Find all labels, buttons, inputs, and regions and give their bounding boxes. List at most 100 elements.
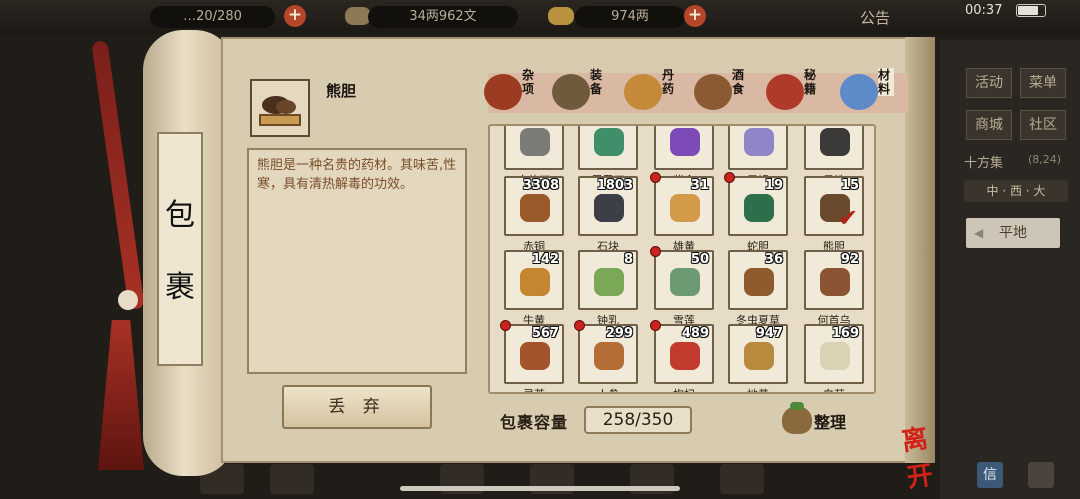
tab-label: 秘籍 [804, 68, 817, 96]
inventory-slot[interactable] [728, 126, 788, 170]
inventory-slot[interactable]: 8 [578, 250, 638, 310]
new-badge [650, 320, 661, 331]
tab-label: 丹药 [662, 68, 675, 96]
side-panel [940, 40, 1080, 499]
item-quantity: 3308 [522, 178, 559, 193]
game-screen: …20/280 + 34两962文 974两 + 公告 00:37 活动 菜单 … [0, 0, 1080, 499]
item-icon [744, 342, 774, 370]
bag-capacity-readout: …20/280 [150, 6, 275, 28]
inventory-slot[interactable]: 19 [728, 176, 788, 236]
direction-indicator[interactable]: 中 · 西 · 大 [964, 180, 1068, 202]
home-indicator [400, 486, 680, 491]
selected-check-icon: ✔ [838, 204, 859, 232]
tab-4[interactable]: 秘籍 [766, 66, 836, 118]
inventory-slot[interactable]: 36 [728, 250, 788, 310]
inventory-slot[interactable]: 31 [654, 176, 714, 236]
inventory-slot[interactable] [578, 126, 638, 170]
add-capacity-button[interactable]: + [284, 5, 306, 27]
inventory-slot[interactable]: 489 [654, 324, 714, 384]
nav-icon[interactable] [720, 464, 764, 494]
item-quantity: 947 [755, 326, 783, 341]
letter-button[interactable]: 信 [977, 462, 1003, 488]
shop-button[interactable]: 商城 [966, 110, 1012, 140]
item-quantity: 299 [605, 326, 633, 341]
inventory-slot[interactable]: 169 [804, 324, 864, 384]
tab-3[interactable]: 酒食 [694, 66, 764, 118]
new-badge [650, 246, 661, 257]
item-quantity: 169 [831, 326, 859, 341]
item-icon [520, 342, 550, 370]
tab-category-icon [766, 74, 804, 110]
tab-category-icon [840, 74, 878, 110]
inventory-slot[interactable]: 1803 [578, 176, 638, 236]
add-gold-button[interactable]: + [684, 5, 706, 27]
item-description: 熊胆是一种名贵的药材。其味苦,性寒，具有清热解毒的功效。 [247, 148, 467, 374]
location-name: 十方集 [964, 156, 1004, 171]
location-coords: (8,24) [1028, 153, 1062, 166]
tab-label: 酒食 [732, 68, 745, 96]
sort-label: 整理 [814, 413, 847, 432]
sort-button[interactable]: 整理 [782, 402, 862, 436]
nav-icon[interactable] [270, 464, 314, 494]
gold-ingot-icon [548, 7, 574, 25]
place-tile[interactable]: ◀ 平地 [966, 218, 1060, 248]
activity-button[interactable]: 活动 [966, 68, 1012, 98]
item-icon [594, 194, 624, 222]
tab-category-icon [624, 74, 662, 110]
item-icon [520, 268, 550, 296]
corner-button[interactable] [1028, 462, 1054, 488]
tab-5[interactable]: 材料 [840, 66, 910, 118]
item-name-label: 地黄 [726, 386, 790, 392]
item-quantity: 567 [531, 326, 559, 341]
discard-button[interactable]: 丢 弃 [282, 385, 432, 429]
inventory-slot[interactable]: 142 [504, 250, 564, 310]
status-time: 00:37 [965, 3, 1003, 18]
inventory-slot[interactable]: 947 [728, 324, 788, 384]
inventory-slot[interactable] [804, 126, 864, 170]
bead-decoration [118, 290, 138, 310]
item-name: 熊胆 [326, 82, 357, 100]
money-readout: 34两962文 [368, 6, 518, 28]
ribbon-decoration [91, 40, 145, 310]
tab-1[interactable]: 装备 [552, 66, 622, 118]
inventory-slot[interactable] [654, 126, 714, 170]
item-quantity: 31 [690, 178, 709, 193]
item-icon [670, 194, 700, 222]
inventory-slot[interactable]: 92 [804, 250, 864, 310]
new-badge [724, 172, 735, 183]
item-name-label: 人参 [576, 386, 640, 392]
item-quantity: 36 [764, 252, 783, 267]
item-quantity: 50 [690, 252, 709, 267]
item-name-label: 灵芝 [502, 386, 566, 392]
item-quantity: 15 [840, 178, 859, 193]
item-icon [670, 342, 700, 370]
item-icon [820, 268, 850, 296]
item-quantity: 8 [623, 252, 633, 267]
item-icon [820, 128, 850, 156]
item-icon [820, 342, 850, 370]
new-badge [500, 320, 511, 331]
inventory-slot[interactable] [504, 126, 564, 170]
tab-category-icon [552, 74, 590, 110]
battery-icon [1016, 4, 1046, 17]
location-label: 十方集 (8,24) [964, 152, 1068, 172]
scroll-title-char-2: 裹 [165, 270, 195, 305]
tab-2[interactable]: 丹药 [624, 66, 694, 118]
inventory-slot[interactable]: 299 [578, 324, 638, 384]
leave-button[interactable]: 离开 [899, 415, 953, 494]
tab-category-icon [694, 74, 732, 110]
tab-label: 杂项 [522, 68, 535, 96]
community-button[interactable]: 社区 [1020, 110, 1066, 140]
menu-button[interactable]: 菜单 [1020, 68, 1066, 98]
scroll-title-panel: 包 裹 [157, 132, 203, 366]
item-icon [520, 194, 550, 222]
item-quantity: 1803 [596, 178, 633, 193]
new-badge [650, 172, 661, 183]
item-icon [744, 128, 774, 156]
inventory-slot[interactable]: 567 [504, 324, 564, 384]
item-quantity: 19 [764, 178, 783, 193]
inventory-slot[interactable]: 3308 [504, 176, 564, 236]
inventory-slot[interactable]: 50 [654, 250, 714, 310]
notice-button[interactable]: 公告 [860, 7, 890, 28]
tab-0[interactable]: 杂项 [484, 66, 554, 118]
